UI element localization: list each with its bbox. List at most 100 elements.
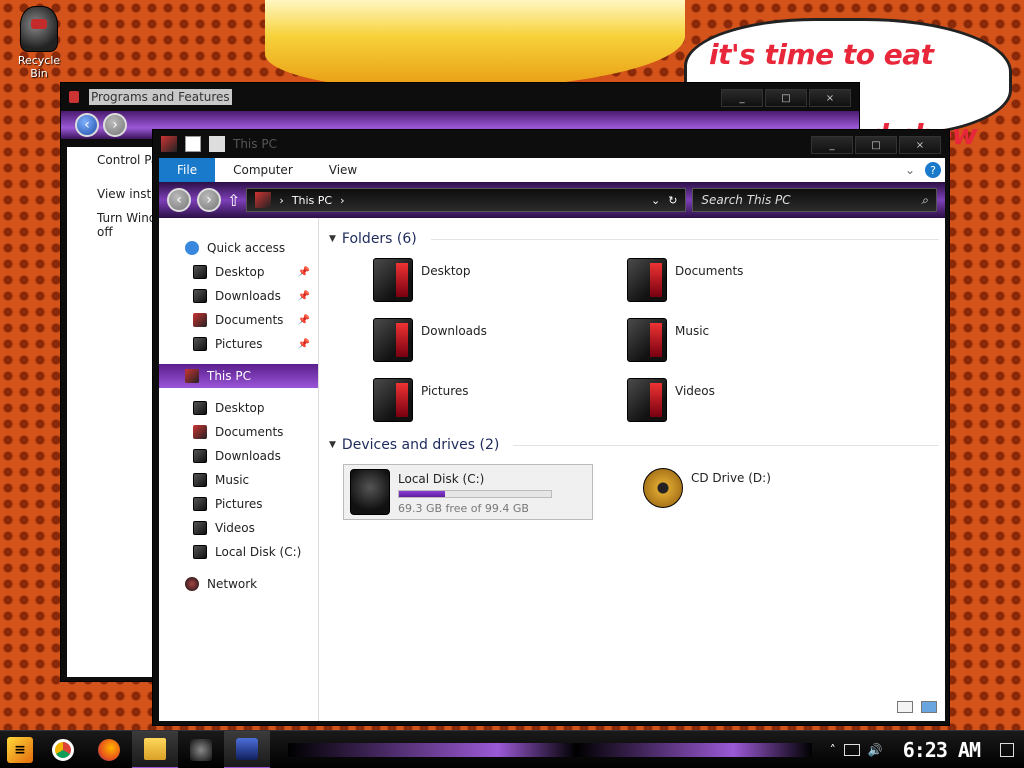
group-header-folders[interactable]: ▼ Folders (6): [329, 228, 939, 250]
address-separator: ›: [279, 193, 284, 207]
nav-pc-videos[interactable]: Videos: [159, 516, 318, 540]
firefox-icon: [98, 738, 120, 761]
nav-quick-desktop[interactable]: Desktop 📌: [159, 260, 318, 284]
content-pane: ▼ Folders (6) Desktop Documents Download…: [329, 228, 939, 520]
recycle-bin[interactable]: Recycle Bin: [8, 6, 70, 80]
sidebar-link-off[interactable]: off: [67, 225, 159, 239]
nav-label: Pictures: [215, 497, 263, 511]
show-hidden-icons-icon[interactable]: ˄: [830, 743, 836, 757]
documents-icon: [193, 425, 207, 439]
desktop-icon: [193, 401, 207, 415]
minimize-button[interactable]: _: [811, 136, 853, 154]
up-icon[interactable]: ⇧: [227, 191, 240, 210]
folder-label: Music: [675, 324, 710, 338]
sidebar-link-view-installed[interactable]: View insta: [67, 167, 159, 201]
maximize-button[interactable]: □: [765, 89, 807, 107]
sidebar-link-turn-windows[interactable]: Turn Wind: [67, 201, 159, 225]
folder-desktop[interactable]: Desktop: [373, 258, 627, 304]
pin-icon: 📌: [297, 314, 310, 326]
back-button[interactable]: ‹: [75, 113, 99, 137]
new-folder-icon[interactable]: [209, 136, 225, 152]
nav-quick-downloads[interactable]: Downloads 📌: [159, 284, 318, 308]
volume-icon[interactable]: 🔊: [868, 743, 883, 757]
taskbar-programs-and-features[interactable]: [224, 730, 270, 768]
hard-drive-icon: [350, 469, 390, 515]
network-tray-icon[interactable]: [843, 743, 860, 756]
taskbar-firefox[interactable]: [86, 731, 132, 768]
drives-list: Local Disk (C:) 69.3 GB free of 99.4 GB …: [329, 456, 939, 520]
nav-pc-local-disk[interactable]: Local Disk (C:): [159, 540, 318, 564]
help-icon[interactable]: ?: [925, 162, 941, 178]
folder-label: Pictures: [421, 384, 469, 398]
nav-label: Network: [207, 577, 258, 591]
start-button[interactable]: ≡: [0, 731, 40, 768]
nav-pc-downloads[interactable]: Downloads: [159, 444, 318, 468]
ribbon: File Computer View ⌄ ?: [159, 158, 945, 182]
maximize-button[interactable]: □: [855, 136, 897, 154]
back-button[interactable]: ‹: [167, 188, 191, 212]
address-separator: ›: [340, 193, 345, 207]
nav-quick-access[interactable]: Quick access: [159, 236, 318, 260]
close-button[interactable]: ×: [809, 89, 851, 107]
details-view-icon[interactable]: [897, 701, 913, 713]
group-title: Folders (6): [341, 231, 417, 247]
search-icon[interactable]: ⌕: [921, 193, 928, 208]
titlebar[interactable]: Programs and Features _ □ ×: [61, 83, 859, 111]
collapse-caret-icon[interactable]: ▼: [329, 234, 336, 244]
titlebar[interactable]: This PC _ □ ×: [153, 130, 949, 158]
nav-label: Quick access: [207, 241, 286, 255]
documents-folder-icon: [627, 258, 667, 302]
nav-label: Pictures: [215, 337, 263, 351]
nav-label: Documents: [215, 425, 284, 439]
drive-cd-d[interactable]: CD Drive (D:): [637, 464, 887, 520]
large-icons-view-icon[interactable]: [921, 701, 937, 713]
drive-icon: [193, 545, 207, 559]
nav-label: Desktop: [215, 401, 265, 415]
nav-label: This PC: [207, 369, 251, 383]
address-bar[interactable]: › This PC › ⌄ ↻: [246, 188, 687, 212]
ribbon-expand-icon[interactable]: ⌄: [905, 163, 915, 177]
search-input[interactable]: Search This PC ⌕: [692, 188, 937, 212]
taskbar-chrome[interactable]: [40, 731, 86, 768]
group-header-drives[interactable]: ▼ Devices and drives (2): [329, 434, 939, 456]
collapse-caret-icon[interactable]: ▼: [329, 440, 336, 450]
folder-label: Desktop: [421, 264, 471, 278]
nav-pc-pictures[interactable]: Pictures: [159, 492, 318, 516]
folder-videos[interactable]: Videos: [627, 378, 881, 424]
action-center-icon[interactable]: [1000, 742, 1014, 757]
address-dropdown-icon[interactable]: ⌄: [651, 194, 660, 207]
tab-file[interactable]: File: [159, 158, 216, 182]
nav-label: Downloads: [215, 289, 281, 303]
this-pc-window[interactable]: This PC _ □ × File Computer View ⌄ ? ‹ ›…: [152, 129, 950, 726]
nav-label: Videos: [215, 521, 255, 535]
taskbar-file-explorer[interactable]: [132, 730, 178, 768]
wallpaper-flame: [265, 0, 685, 90]
taskbar-app[interactable]: [178, 731, 224, 768]
clock[interactable]: 6:23 AM: [891, 738, 992, 762]
tab-computer[interactable]: Computer: [215, 158, 311, 182]
nav-quick-documents[interactable]: Documents 📌: [159, 308, 318, 332]
nav-this-pc[interactable]: This PC: [159, 364, 318, 388]
folder-label: Downloads: [421, 324, 487, 338]
folder-documents[interactable]: Documents: [627, 258, 881, 304]
folder-pictures[interactable]: Pictures: [373, 378, 627, 424]
drive-usage-bar: [398, 490, 552, 498]
properties-icon[interactable]: [185, 136, 201, 152]
forward-button[interactable]: ›: [197, 188, 221, 212]
minimize-button[interactable]: _: [721, 89, 763, 107]
nav-label: Documents: [215, 313, 284, 327]
nav-network[interactable]: Network: [159, 572, 318, 596]
sidebar-link-control-panel[interactable]: Control Pa: [67, 147, 159, 167]
refresh-icon[interactable]: ↻: [668, 194, 677, 207]
drive-local-disk-c[interactable]: Local Disk (C:) 69.3 GB free of 99.4 GB: [343, 464, 593, 520]
folder-music[interactable]: Music: [627, 318, 881, 364]
nav-quick-pictures[interactable]: Pictures 📌: [159, 332, 318, 356]
nav-label: Local Disk (C:): [215, 545, 302, 559]
nav-pc-desktop[interactable]: Desktop: [159, 396, 318, 420]
tab-view[interactable]: View: [311, 158, 375, 182]
forward-button[interactable]: ›: [103, 113, 127, 137]
folder-downloads[interactable]: Downloads: [373, 318, 627, 364]
nav-pc-music[interactable]: Music: [159, 468, 318, 492]
nav-pc-documents[interactable]: Documents: [159, 420, 318, 444]
close-button[interactable]: ×: [899, 136, 941, 154]
